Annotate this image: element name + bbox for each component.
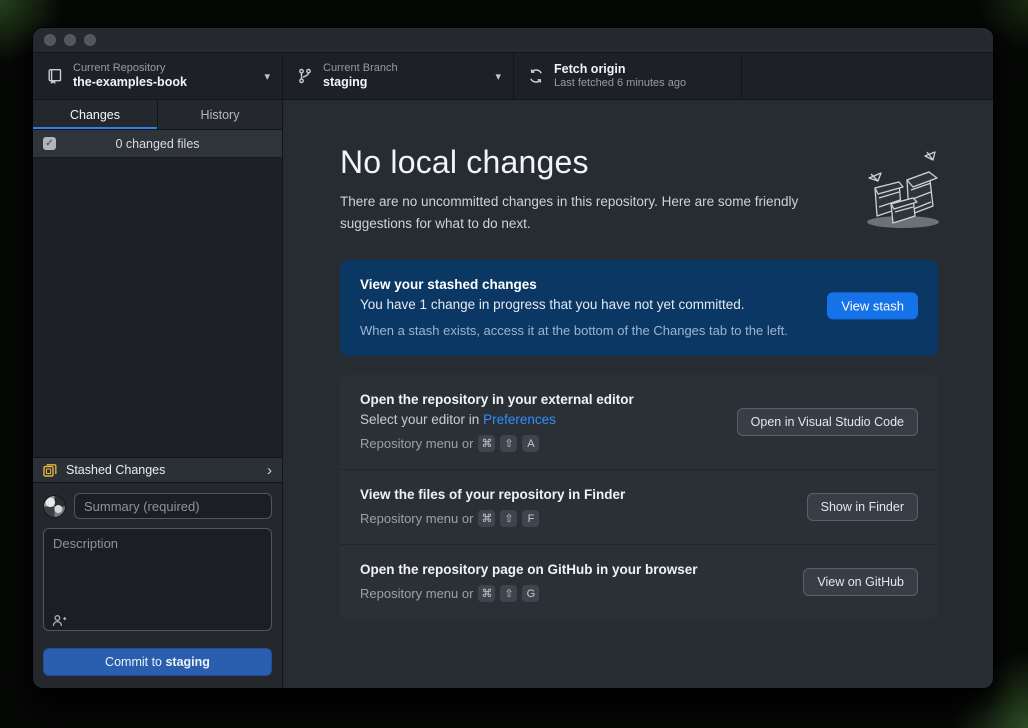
sidebar-tabbar: Changes History bbox=[33, 100, 282, 130]
shortcut-prefix: Repository menu or bbox=[360, 586, 473, 601]
stash-banner: View your stashed changes You have 1 cha… bbox=[340, 260, 938, 356]
chevron-down-icon: ▾ bbox=[264, 70, 270, 83]
repo-texts: Current Repository the-examples-book bbox=[73, 62, 254, 90]
sync-icon bbox=[528, 68, 544, 84]
cmd-key-icon: ⌘ bbox=[478, 585, 495, 602]
changed-files-header: ✓ 0 changed files bbox=[33, 130, 282, 158]
shortcut-row: Repository menu or ⌘ ⇧ F bbox=[360, 510, 798, 527]
repo-icon bbox=[47, 68, 63, 84]
stash-banner-title: View your stashed changes bbox=[360, 277, 918, 292]
add-coauthor-icon[interactable] bbox=[52, 614, 67, 627]
view-on-github-button[interactable]: View on GitHub bbox=[803, 568, 918, 596]
zoom-window-button[interactable] bbox=[84, 34, 96, 46]
avatar bbox=[43, 495, 66, 518]
page-subtitle: There are no uncommitted changes in this… bbox=[340, 191, 870, 234]
current-repository-value: the-examples-book bbox=[73, 75, 254, 90]
current-repository-label: Current Repository bbox=[73, 62, 254, 75]
f-key: F bbox=[522, 510, 539, 527]
close-window-button[interactable] bbox=[44, 34, 56, 46]
shift-key-icon: ⇧ bbox=[500, 435, 517, 452]
shortcut-prefix: Repository menu or bbox=[360, 436, 473, 451]
main-content: No local changes There are no uncommitte… bbox=[283, 100, 993, 688]
commit-summary-input[interactable] bbox=[74, 493, 272, 519]
chevron-right-icon: › bbox=[267, 463, 272, 478]
minimize-window-button[interactable] bbox=[64, 34, 76, 46]
preferences-link[interactable]: Preferences bbox=[483, 412, 556, 427]
commit-button-branch: staging bbox=[165, 655, 209, 669]
stash-banner-line2: When a stash exists, access it at the bo… bbox=[360, 323, 918, 338]
crumpled-paper-illustration bbox=[855, 142, 947, 234]
g-key: G bbox=[522, 585, 539, 602]
a-key: A bbox=[522, 435, 539, 452]
fetch-origin-button[interactable]: Fetch origin Last fetched 6 minutes ago bbox=[514, 53, 742, 99]
description-wrap bbox=[43, 528, 272, 636]
suggestion-line: Select your editor in Preferences bbox=[360, 412, 738, 427]
github-desktop-window: Current Repository the-examples-book ▾ C… bbox=[33, 28, 993, 688]
sidebar: Changes History ✓ 0 changed files Stashe… bbox=[33, 100, 283, 688]
last-fetched-text: Last fetched 6 minutes ago bbox=[554, 77, 729, 90]
suggestions-list: Open the repository in your external edi… bbox=[340, 375, 938, 619]
current-branch-value: staging bbox=[323, 75, 485, 90]
changed-files-count: 0 changed files bbox=[43, 137, 272, 151]
chevron-down-icon: ▾ bbox=[495, 70, 501, 83]
changes-list bbox=[33, 158, 282, 457]
current-branch-label: Current Branch bbox=[323, 62, 485, 75]
commit-description-textarea[interactable] bbox=[43, 528, 272, 631]
branch-texts: Current Branch staging bbox=[323, 62, 485, 90]
git-branch-icon bbox=[297, 68, 313, 84]
shortcut-row: Repository menu or ⌘ ⇧ A bbox=[360, 435, 738, 452]
cmd-key-icon: ⌘ bbox=[478, 510, 495, 527]
suggestion-title: Open the repository in your external edi… bbox=[360, 392, 738, 407]
cmd-key-icon: ⌘ bbox=[478, 435, 495, 452]
view-stash-button[interactable]: View stash bbox=[827, 293, 918, 320]
current-repository-dropdown[interactable]: Current Repository the-examples-book ▾ bbox=[33, 53, 283, 99]
suggestion-title: Open the repository page on GitHub in yo… bbox=[360, 562, 798, 577]
shortcut-prefix: Repository menu or bbox=[360, 511, 473, 526]
stash-icon bbox=[43, 463, 58, 477]
tab-changes[interactable]: Changes bbox=[33, 100, 157, 129]
tab-history[interactable]: History bbox=[157, 100, 282, 129]
current-branch-dropdown[interactable]: Current Branch staging ▾ bbox=[283, 53, 514, 99]
suggestion-open-editor: Open the repository in your external edi… bbox=[340, 375, 938, 469]
commit-button[interactable]: Commit to staging bbox=[43, 648, 272, 676]
app-body: Changes History ✓ 0 changed files Stashe… bbox=[33, 100, 993, 688]
suggestion-show-in-finder: View the files of your repository in Fin… bbox=[340, 469, 938, 544]
commit-panel: Commit to staging bbox=[33, 483, 282, 688]
shift-key-icon: ⇧ bbox=[500, 585, 517, 602]
fetch-origin-label: Fetch origin bbox=[554, 62, 729, 77]
toolbar-spacer bbox=[742, 53, 993, 99]
suggestion-title: View the files of your repository in Fin… bbox=[360, 487, 798, 502]
open-in-editor-button[interactable]: Open in Visual Studio Code bbox=[737, 408, 918, 436]
titlebar bbox=[33, 28, 993, 52]
page-title: No local changes bbox=[340, 144, 938, 181]
summary-row bbox=[43, 493, 272, 519]
stashed-changes-label: Stashed Changes bbox=[66, 463, 267, 477]
shift-key-icon: ⇧ bbox=[500, 510, 517, 527]
toolbar: Current Repository the-examples-book ▾ C… bbox=[33, 52, 993, 100]
editor-line-prefix: Select your editor in bbox=[360, 412, 483, 427]
shortcut-row: Repository menu or ⌘ ⇧ G bbox=[360, 585, 798, 602]
stashed-changes-row[interactable]: Stashed Changes › bbox=[33, 457, 282, 483]
commit-button-prefix: Commit to bbox=[105, 655, 165, 669]
show-in-finder-button[interactable]: Show in Finder bbox=[807, 493, 918, 521]
suggestion-view-on-github: Open the repository page on GitHub in yo… bbox=[340, 544, 938, 619]
fetch-texts: Fetch origin Last fetched 6 minutes ago bbox=[554, 62, 729, 90]
